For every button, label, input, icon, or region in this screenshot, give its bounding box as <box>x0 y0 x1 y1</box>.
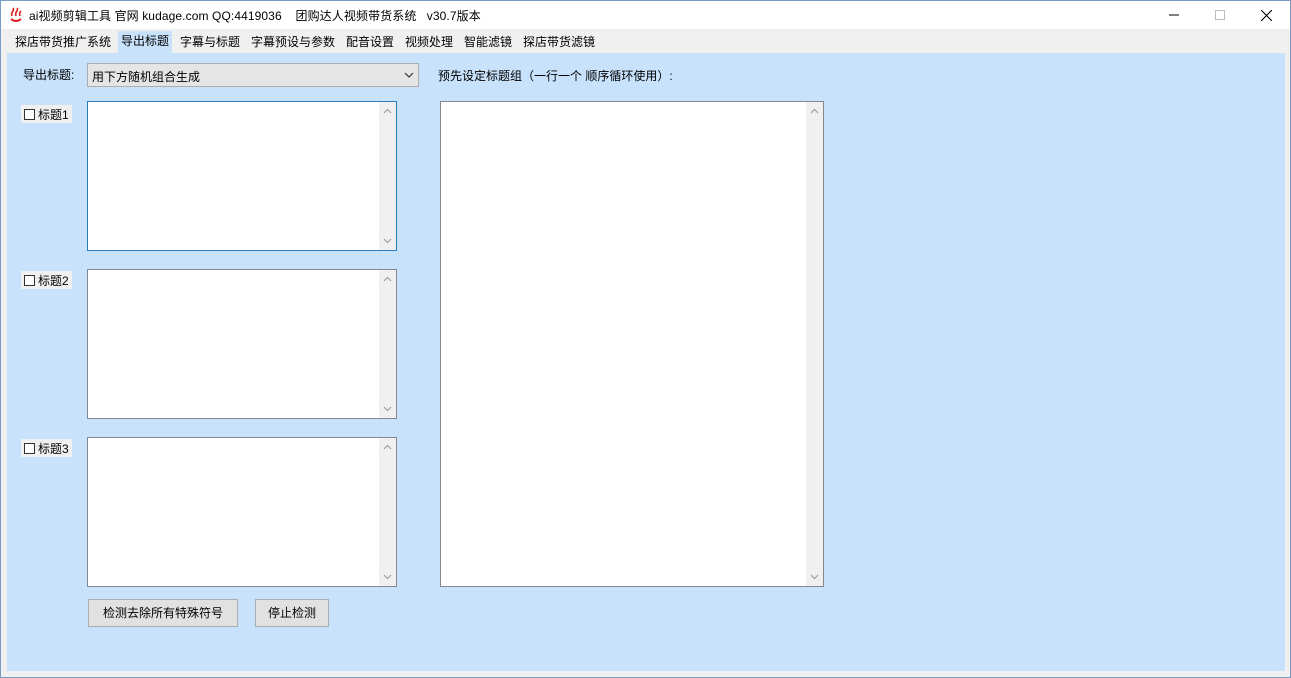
tab-export-title[interactable]: 导出标题 <box>118 31 173 54</box>
window-title: ai视频剪辑工具 官网 kudage.com QQ:4419036 团购达人视频… <box>29 9 481 23</box>
title2-textarea[interactable] <box>87 269 397 419</box>
maximize-icon <box>1215 10 1225 20</box>
scroll-up-icon <box>383 108 392 114</box>
checkbox-box <box>24 274 35 286</box>
preset-titles-textarea[interactable] <box>440 101 824 587</box>
title1-scrollbar[interactable] <box>379 102 396 250</box>
tab-subtitle-title[interactable]: 字幕与标题 <box>177 32 243 53</box>
tab-store-filter[interactable]: 探店带货滤镜 <box>520 32 598 53</box>
title2-checkbox[interactable]: 标题2 <box>21 271 72 289</box>
tab-video-processing[interactable]: 视频处理 <box>402 32 456 53</box>
title3-label: 标题3 <box>38 441 69 456</box>
app-window: ai视频剪辑工具 官网 kudage.com QQ:4419036 团购达人视频… <box>0 0 1291 678</box>
tab-smart-filter[interactable]: 智能滤镜 <box>461 32 515 53</box>
export-mode-value: 用下方随机组合生成 <box>92 70 201 84</box>
close-icon <box>1260 9 1272 21</box>
scroll-down-icon <box>383 574 392 580</box>
checkbox-box <box>24 108 35 120</box>
title1-textarea[interactable] <box>87 101 397 251</box>
title3-scrollbar[interactable] <box>379 438 396 586</box>
tab-voice-settings[interactable]: 配音设置 <box>343 32 397 53</box>
title2-label: 标题2 <box>38 273 69 288</box>
scroll-down-icon <box>810 574 819 580</box>
export-mode-select[interactable]: 用下方随机组合生成 <box>87 63 419 87</box>
detect-remove-symbols-button[interactable]: 检测去除所有特殊符号 <box>88 599 238 627</box>
scroll-up-icon <box>383 444 392 450</box>
title1-checkbox[interactable]: 标题1 <box>21 105 72 123</box>
tab-store-promotion[interactable]: 探店带货推广系统 <box>12 32 114 53</box>
scroll-up-icon <box>810 108 819 114</box>
minimize-button[interactable] <box>1151 1 1197 29</box>
preset-scrollbar[interactable] <box>806 102 823 586</box>
scroll-down-icon <box>383 238 392 244</box>
minimize-icon <box>1169 14 1179 16</box>
scroll-down-icon <box>383 406 392 412</box>
app-logo-icon <box>10 7 22 22</box>
checkbox-box <box>24 442 35 454</box>
title3-checkbox[interactable]: 标题3 <box>21 439 72 457</box>
tab-strip: 探店带货推广系统 导出标题 字幕与标题 字幕预设与参数 配音设置 视频处理 智能… <box>7 31 1287 54</box>
tab-subtitle-presets[interactable]: 字幕预设与参数 <box>248 32 338 53</box>
close-button[interactable] <box>1243 1 1289 29</box>
title1-label: 标题1 <box>38 107 69 122</box>
maximize-button[interactable] <box>1197 1 1243 29</box>
export-title-panel: 导出标题: 用下方随机组合生成 预先设定标题组（一行一个 顺序循环使用）: 标题… <box>7 53 1285 671</box>
title2-scrollbar[interactable] <box>379 270 396 418</box>
scroll-up-icon <box>383 276 392 282</box>
title-bar: ai视频剪辑工具 官网 kudage.com QQ:4419036 团购达人视频… <box>1 1 1290 29</box>
preset-label: 预先设定标题组（一行一个 顺序循环使用）: <box>438 69 673 83</box>
chevron-down-icon <box>404 72 414 78</box>
stop-detect-button[interactable]: 停止检测 <box>255 599 329 627</box>
export-label: 导出标题: <box>23 68 75 82</box>
title3-textarea[interactable] <box>87 437 397 587</box>
